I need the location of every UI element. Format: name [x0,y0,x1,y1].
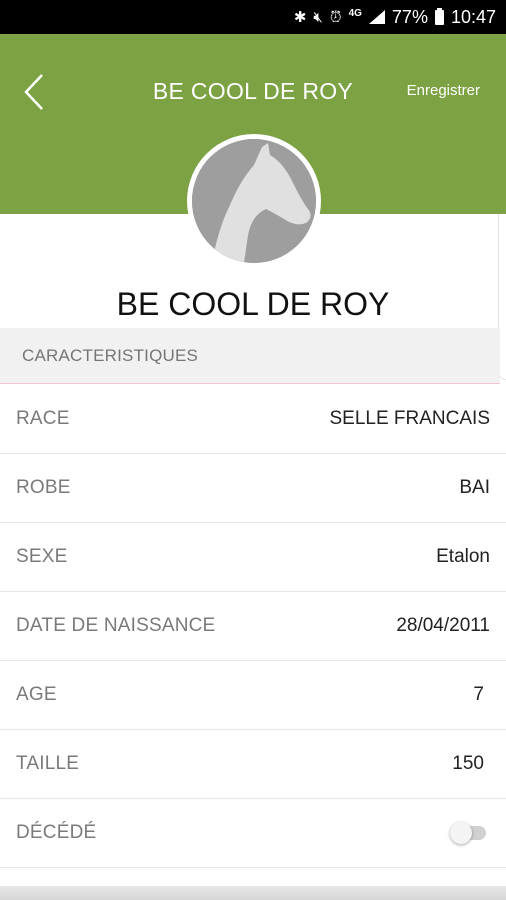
bluetooth-icon: ✱ [293,8,307,26]
signal-icon [368,10,385,24]
field-label: RACE [16,408,70,429]
save-button[interactable]: Enregistrer [407,82,480,99]
field-value: 28/04/2011 [396,615,490,636]
clock: 10:47 [450,6,496,27]
field-value: Etalon [436,546,490,567]
horse-name: BE COOL DE ROY [116,286,390,322]
field-row-height[interactable]: TAILLE 150 [0,730,506,799]
field-label: SEXE [16,546,68,567]
bottom-edge [0,886,506,900]
battery-percent: 77% [391,6,428,27]
toggle-knob [450,822,472,844]
field-label: ROBE [16,477,71,498]
field-label: DÉCÉDÉ [16,822,97,843]
status-bar: ✱ 🔇︎ ⏰︎ 4G 77% 10:47 [0,0,506,34]
field-row-birth-date[interactable]: DATE DE NAISSANCE 28/04/2011 [0,592,506,661]
field-label: DATE DE NAISSANCE [16,615,216,636]
alarm-icon: ⏰︎ [329,8,342,26]
field-row-age[interactable]: AGE 7 [0,661,506,730]
horse-head-icon [192,139,316,263]
field-value: BAI [459,477,490,498]
network-type-label: 4G [348,8,362,19]
field-row-robe[interactable]: ROBE BAI [0,454,506,523]
field-value: 7 [473,684,484,705]
field-row-deceased: DÉCÉDÉ [0,799,506,868]
deceased-toggle[interactable] [450,822,486,844]
characteristics-list: RACE SELLE FRANCAIS ROBE BAI SEXE Etalon… [0,385,506,868]
field-row-race[interactable]: RACE SELLE FRANCAIS [0,385,506,454]
mute-icon: 🔇︎ [313,8,323,26]
field-label: TAILLE [16,753,80,774]
battery-icon [434,7,444,25]
field-value: SELLE FRANCAIS [329,408,491,429]
avatar[interactable] [187,134,321,268]
field-row-sexe[interactable]: SEXE Etalon [0,523,506,592]
field-label: AGE [16,684,57,705]
field-value: 150 [452,753,484,774]
section-title: CARACTERISTIQUES [22,345,199,365]
section-header: CARACTERISTIQUES [0,328,500,384]
